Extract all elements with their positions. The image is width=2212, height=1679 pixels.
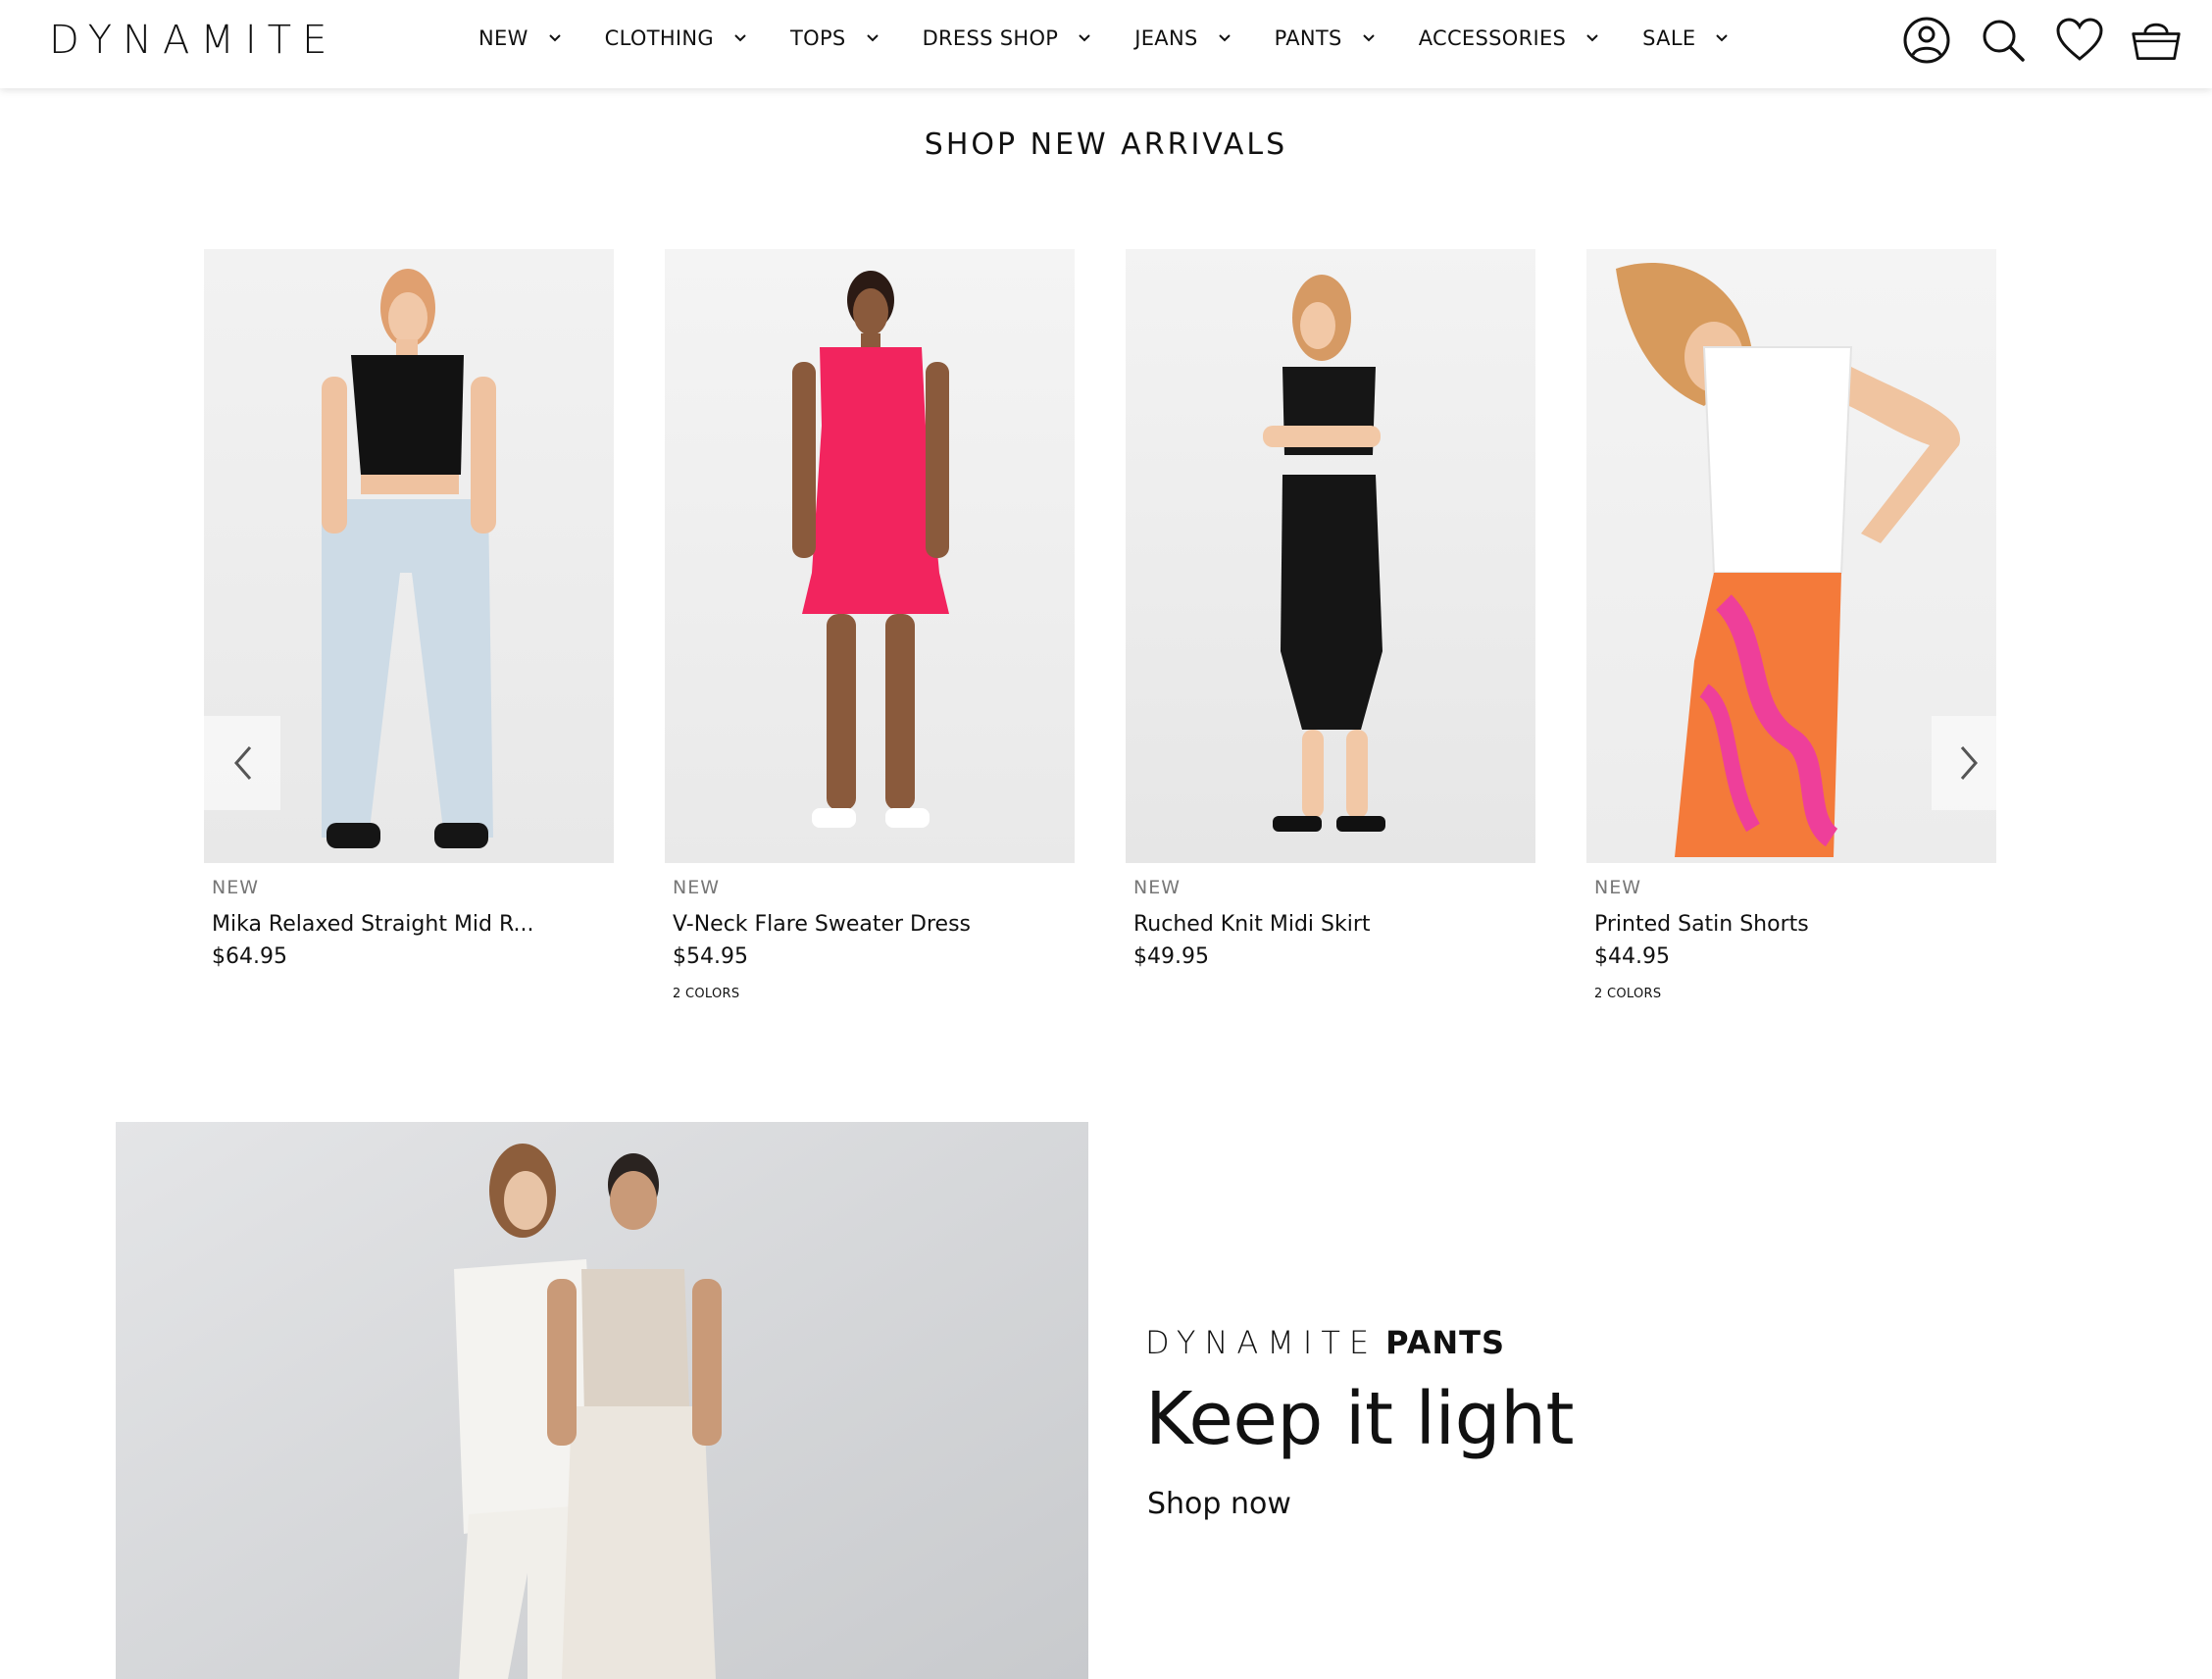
nav-item-pants[interactable]: PANTS	[1275, 26, 1376, 50]
nav-label: ACCESSORIES	[1418, 26, 1567, 50]
product-badge: NEW	[1594, 877, 1642, 898]
carousel-prev-button[interactable]	[204, 716, 280, 810]
chevron-down-icon	[548, 34, 561, 42]
nav-label: JEANS	[1134, 26, 1198, 50]
product-card[interactable]: NEW Mika Relaxed Straight Mid R... $64.9…	[204, 249, 614, 987]
nav-item-dress-shop[interactable]: DRESS SHOP	[923, 26, 1092, 50]
promo-brand: DYNAMITE PANTS	[1145, 1324, 1505, 1361]
promo-headline: Keep it light	[1145, 1377, 1575, 1461]
promo-image[interactable]	[116, 1122, 1088, 1679]
main-nav: NEW CLOTHING TOPS DRESS SHOP JEANS PANTS…	[478, 0, 1772, 76]
product-colors[interactable]: 2 COLORS	[673, 987, 1075, 1001]
product-price: $49.95	[1133, 944, 1209, 969]
search-icon[interactable]	[1977, 14, 2030, 67]
promo-brand-word: DYNAMITE	[1145, 1324, 1379, 1361]
cart-icon[interactable]	[2130, 14, 2183, 67]
site-header: DYNAMITE NEW CLOTHING TOPS DRESS SHOP JE…	[0, 0, 2212, 88]
brand-logo[interactable]: DYNAMITE	[49, 18, 337, 63]
product-badge: NEW	[673, 877, 721, 898]
nav-label: TOPS	[790, 26, 846, 50]
product-price: $64.95	[212, 944, 287, 969]
chevron-down-icon	[734, 34, 746, 42]
header-icons	[1877, 14, 2183, 67]
nav-item-new[interactable]: NEW	[478, 26, 562, 50]
nav-item-jeans[interactable]: JEANS	[1134, 26, 1231, 50]
product-name[interactable]: Mika Relaxed Straight Mid R...	[212, 912, 614, 937]
product-colors[interactable]: 2 COLORS	[1594, 987, 1996, 1001]
chevron-down-icon	[1716, 34, 1729, 42]
nav-label: PANTS	[1274, 26, 1342, 50]
chevron-left-icon	[234, 746, 252, 780]
nav-label: DRESS SHOP	[922, 26, 1059, 50]
carousel-next-button[interactable]	[1932, 716, 2008, 810]
product-card[interactable]: NEW Ruched Knit Midi Skirt $49.95	[1126, 249, 1535, 987]
heart-icon[interactable]	[2053, 14, 2106, 67]
product-price: $54.95	[673, 944, 748, 969]
product-name[interactable]: Printed Satin Shorts	[1594, 912, 1996, 937]
chevron-down-icon	[1079, 34, 1090, 42]
nav-label: CLOTHING	[604, 26, 714, 50]
nav-item-accessories[interactable]: ACCESSORIES	[1419, 26, 1599, 50]
product-card[interactable]: NEW Printed Satin Shorts $44.95 2 COLORS	[1586, 249, 1996, 1001]
product-carousel: NEW Mika Relaxed Straight Mid R... $64.9…	[204, 249, 2008, 1014]
account-icon[interactable]	[1900, 14, 1953, 67]
nav-label: NEW	[478, 26, 528, 50]
chevron-down-icon	[1586, 34, 1598, 42]
nav-item-tops[interactable]: TOPS	[790, 26, 880, 50]
chevron-right-icon	[1960, 746, 1978, 780]
product-image[interactable]	[1126, 249, 1535, 863]
product-price: $44.95	[1594, 944, 1670, 969]
product-card[interactable]: NEW V-Neck Flare Sweater Dress $54.95 2 …	[665, 249, 1075, 1001]
product-badge: NEW	[1133, 877, 1181, 898]
product-name[interactable]: Ruched Knit Midi Skirt	[1133, 912, 1535, 937]
section-title: SHOP NEW ARRIVALS	[924, 127, 1288, 162]
chevron-down-icon	[1218, 34, 1231, 42]
shop-now-link[interactable]: Shop now	[1147, 1487, 1291, 1521]
product-image[interactable]	[665, 249, 1075, 863]
product-badge: NEW	[212, 877, 260, 898]
nav-label: SALE	[1642, 26, 1696, 50]
promo-category-word: PANTS	[1385, 1324, 1506, 1361]
chevron-down-icon	[866, 34, 879, 42]
nav-item-clothing[interactable]: CLOTHING	[605, 26, 747, 50]
product-name[interactable]: V-Neck Flare Sweater Dress	[673, 912, 1075, 937]
chevron-down-icon	[1362, 34, 1375, 42]
nav-item-sale[interactable]: SALE	[1642, 26, 1729, 50]
